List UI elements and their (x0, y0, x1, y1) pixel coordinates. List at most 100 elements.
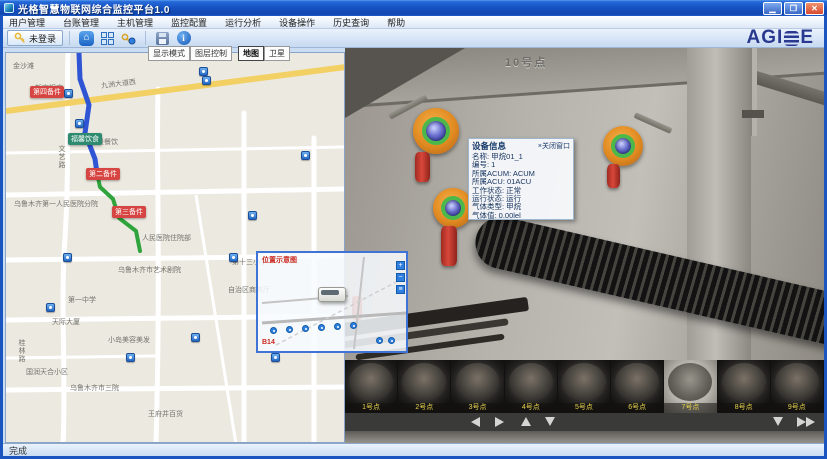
detector-arm (634, 112, 673, 134)
map-poi-badge[interactable]: 第四备件 (30, 86, 64, 98)
key-dot-icon (121, 32, 136, 45)
thumbnail-caption: 3号点 (451, 403, 503, 413)
inset-layers-button[interactable]: ≡ (396, 285, 405, 294)
gas-detector-2[interactable] (603, 126, 643, 166)
menu-item-6[interactable]: 历史查询 (331, 16, 371, 29)
minimize-button[interactable]: ▁ (763, 2, 782, 15)
map-label: 乌鲁木齐市三院 (70, 383, 119, 393)
detector-red-cap (607, 164, 620, 188)
inset-marker[interactable] (376, 337, 383, 344)
home-button[interactable]: ⌂ (78, 30, 95, 46)
thumbnail-4[interactable]: 4号点 (505, 360, 557, 413)
grid-icon (101, 32, 114, 45)
menu-item-4[interactable]: 运行分析 (223, 16, 263, 29)
thumbnail-2[interactable]: 2号点 (398, 360, 450, 413)
thumbnail-caption: 6号点 (611, 403, 663, 413)
map-device-marker[interactable] (191, 333, 200, 342)
map-device-marker[interactable] (271, 353, 280, 362)
map-label: 桂林路 (16, 339, 26, 363)
map-device-marker[interactable] (248, 211, 257, 220)
inset-marker[interactable] (350, 322, 357, 329)
login-button[interactable]: 未登录 (7, 30, 63, 46)
layout-button[interactable] (99, 30, 116, 46)
thumbnail-8[interactable]: 8号点 (718, 360, 770, 413)
map-label: 文艺路 (56, 145, 66, 169)
map-device-marker[interactable] (202, 76, 211, 85)
fast-forward-button[interactable] (797, 417, 806, 427)
title-bar: 光格智慧物联网综合监控平台1.0 ▁ ❐ ✕ (0, 0, 827, 16)
map-device-marker[interactable] (229, 253, 238, 262)
thumbnail-caption: 8号点 (718, 403, 770, 413)
thumbnail-6[interactable]: 6号点 (611, 360, 663, 413)
collapse-strip-button[interactable] (773, 417, 783, 426)
inset-marker[interactable] (286, 326, 293, 333)
app-icon (4, 3, 14, 13)
thumbnail-9[interactable]: 9号点 (771, 360, 823, 413)
pan-right-button[interactable] (495, 417, 504, 427)
popup-close-link[interactable]: ×关闭窗口 (538, 141, 570, 151)
map-device-marker[interactable] (126, 353, 135, 362)
menu-item-2[interactable]: 主机管理 (115, 16, 155, 29)
menu-item-3[interactable]: 监控配置 (169, 16, 209, 29)
satellite-mode-button[interactable]: 卫星 (264, 46, 290, 61)
thumbnail-5[interactable]: 5号点 (558, 360, 610, 413)
map-poi-badge[interactable]: 福馨饮食 (68, 133, 102, 145)
detector-lens (611, 134, 635, 158)
map-device-marker[interactable] (199, 67, 208, 76)
map-device-marker[interactable] (75, 119, 84, 128)
status-text: 完成 (9, 444, 27, 457)
thumbnail-caption: 9号点 (771, 403, 823, 413)
map-device-marker[interactable] (64, 89, 73, 98)
save-icon (156, 32, 169, 45)
layer-control-button[interactable]: 图层控制 (190, 46, 232, 61)
toolbar: 未登录 ⌂ i AGIE (3, 29, 824, 48)
map-mode-button[interactable]: 地图 (238, 46, 264, 61)
maximize-button[interactable]: ❐ (784, 2, 803, 15)
map-device-marker[interactable] (63, 253, 72, 262)
thumbnail-filmstrip: 1号点2号点3号点4号点5号点6号点7号点8号点9号点 (345, 360, 824, 413)
map-poi-badge[interactable]: 第二备件 (86, 168, 120, 180)
inset-marker[interactable] (388, 337, 395, 344)
inset-marker[interactable] (302, 325, 309, 332)
status-bar: 完成 (3, 443, 824, 456)
vertical-pipe (750, 48, 757, 136)
map-label: 天际大厦 (52, 317, 80, 327)
pan-down-button[interactable] (545, 417, 555, 426)
inset-marker[interactable] (334, 323, 341, 330)
map-roads (6, 53, 345, 443)
device-info-popup: 设备信息 ×关闭窗口 名称: 甲烷01_1编号: 1所属ACUM: ACUM所属… (468, 138, 574, 220)
menu-item-0[interactable]: 用户管理 (7, 16, 47, 29)
fast-forward-icon (806, 417, 815, 427)
map-panel[interactable]: 金沙滩新安银座九洲大道西好景餐饮文艺路乌鲁木齐第一人民医院分院人民医院住院部乌鲁… (5, 52, 345, 443)
inset-title: 位置示意图 (262, 255, 297, 265)
permission-button[interactable] (120, 30, 137, 46)
pan-left-button[interactable] (471, 417, 480, 427)
save-button[interactable] (154, 30, 171, 46)
about-button[interactable]: i (175, 30, 192, 46)
gas-detector-1[interactable] (413, 108, 459, 154)
thumbnail-caption: 1号点 (345, 403, 397, 413)
menu-item-1[interactable]: 台账管理 (61, 16, 101, 29)
close-button[interactable]: ✕ (805, 2, 824, 15)
menu-item-5[interactable]: 设备操作 (277, 16, 317, 29)
camera-panel[interactable]: 10号点 设备信息 ×关闭窗口 名称: 甲烷01_1编号: 1所属ACUM: A… (345, 48, 824, 443)
toolbar-separator (145, 31, 146, 45)
inset-marker[interactable] (270, 327, 277, 334)
map-device-marker[interactable] (46, 303, 55, 312)
eagle-eye-inset[interactable]: 位置示意图 B14 + − ≡ (256, 251, 408, 353)
inset-roads (258, 253, 406, 351)
camera-control-bar (345, 413, 824, 431)
window-title: 光格智慧物联网综合监控平台1.0 (18, 1, 170, 16)
thumbnail-3[interactable]: 3号点 (451, 360, 503, 413)
pan-up-button[interactable] (521, 417, 531, 426)
inset-marker[interactable] (318, 324, 325, 331)
thumbnail-1[interactable]: 1号点 (345, 360, 397, 413)
display-mode-button[interactable]: 显示模式 (148, 46, 190, 61)
inset-zoom-out-button[interactable]: − (396, 273, 405, 282)
gas-detector-3[interactable] (433, 188, 473, 228)
thumbnail-7[interactable]: 7号点 (664, 360, 716, 413)
inset-zoom-in-button[interactable]: + (396, 261, 405, 270)
map-device-marker[interactable] (301, 151, 310, 160)
menu-item-7[interactable]: 帮助 (385, 16, 407, 29)
map-poi-badge[interactable]: 第三备件 (112, 206, 146, 218)
